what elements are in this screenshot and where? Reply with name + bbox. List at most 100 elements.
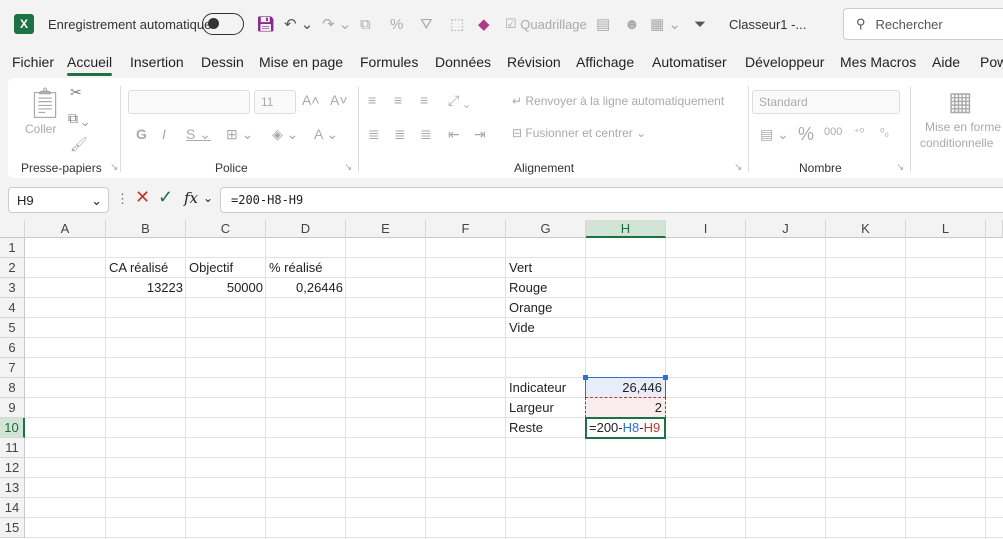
spreadsheet-grid[interactable]: A B C D E F G H I J K L 1 2 3 4 5 6 7 8 …	[0, 220, 1003, 539]
tab-revision[interactable]: Révision	[507, 54, 561, 70]
cell-d2[interactable]: % réalisé	[266, 258, 346, 278]
autosave-toggle[interactable]	[202, 13, 244, 35]
alignment-launcher-icon[interactable]: ↘	[734, 162, 742, 173]
tab-formules[interactable]: Formules	[360, 54, 418, 70]
row-header-15[interactable]: 15	[0, 518, 25, 538]
increase-decimal-icon[interactable]: ⁺⁰	[854, 126, 864, 139]
cell-g4[interactable]: Orange	[506, 298, 586, 318]
row-header-10[interactable]: 10	[0, 418, 25, 438]
palette-qa-icon[interactable]: ☻	[624, 12, 640, 36]
col-header-i[interactable]: I	[666, 220, 746, 238]
tab-automatiser[interactable]: Automatiser	[652, 54, 727, 70]
conditional-format-icon[interactable]: ▦	[948, 86, 973, 117]
font-color-icon[interactable]: A ⌄	[314, 126, 338, 143]
paste-icon[interactable]: 📋︎	[26, 86, 64, 121]
align-left-icon[interactable]: ≣	[368, 126, 380, 143]
col-header-c[interactable]: C	[186, 220, 266, 238]
tab-developpeur[interactable]: Développeur	[745, 54, 824, 70]
customize-qa-icon[interactable]: ⏷	[694, 12, 706, 36]
borders-icon[interactable]: ⊞ ⌄	[226, 126, 253, 143]
shrink-font-icon[interactable]: A˅	[330, 92, 348, 108]
format-painter-qa-icon[interactable]: ⧉	[360, 12, 371, 36]
cell-g5[interactable]: Vide	[506, 318, 586, 338]
col-header-e[interactable]: E	[346, 220, 426, 238]
eraser-icon[interactable]: ◆	[478, 12, 490, 36]
cond-format-label-2[interactable]: conditionnelle	[920, 136, 993, 150]
increase-indent-icon[interactable]: ⇥	[474, 126, 486, 143]
col-header-f[interactable]: F	[426, 220, 506, 238]
tab-mise-en-page[interactable]: Mise en page	[259, 54, 343, 70]
tab-fichier[interactable]: Fichier	[12, 54, 54, 70]
select-qa-icon[interactable]: ⬚	[450, 12, 464, 36]
cell-b3[interactable]: 13223	[106, 278, 186, 298]
undo-icon[interactable]: ↶ ⌄	[284, 12, 313, 36]
cell-h10-editing[interactable]: =200-H8-H9	[585, 417, 666, 439]
orientation-icon[interactable]: ⤢ ⌄	[448, 92, 470, 109]
row-header-12[interactable]: 12	[0, 458, 25, 478]
tab-power[interactable]: Pow	[980, 54, 1003, 70]
cell-h9[interactable]: 2	[585, 397, 666, 418]
formula-input[interactable]: =200-H8-H9	[220, 187, 1003, 213]
enter-icon[interactable]: ✓	[158, 187, 173, 208]
decrease-indent-icon[interactable]: ⇤	[448, 126, 460, 143]
cell-g8[interactable]: Indicateur	[506, 378, 586, 398]
search-box[interactable]: ⚲ Rechercher	[843, 8, 1003, 40]
cell-c3[interactable]: 50000	[186, 278, 266, 298]
form-qa-icon[interactable]: ▤	[596, 12, 610, 36]
col-header-j[interactable]: J	[746, 220, 826, 238]
row-header-6[interactable]: 6	[0, 338, 25, 358]
col-header-b[interactable]: B	[106, 220, 186, 238]
align-bottom-icon[interactable]: ≡	[420, 92, 428, 108]
cancel-icon[interactable]: ✕	[135, 187, 150, 208]
range-handle[interactable]	[583, 375, 588, 380]
col-header-a[interactable]: A	[25, 220, 106, 238]
decrease-decimal-icon[interactable]: ⁰₀	[880, 126, 889, 139]
cell-b2[interactable]: CA réalisé	[106, 258, 186, 278]
percent-icon[interactable]: %	[798, 124, 814, 145]
format-painter-icon[interactable]: 🖌︎	[70, 136, 88, 153]
name-box[interactable]: H9 ⌄	[8, 187, 109, 213]
row-header-8[interactable]: 8	[0, 378, 25, 398]
select-all-corner[interactable]	[0, 220, 25, 238]
clipboard-launcher-icon[interactable]: ↘	[110, 162, 118, 173]
row-header-3[interactable]: 3	[0, 278, 25, 298]
cut-icon[interactable]: ✂	[70, 84, 82, 101]
cell-h8[interactable]: 26,446	[585, 377, 666, 398]
tab-dessin[interactable]: Dessin	[201, 54, 244, 70]
grow-font-icon[interactable]: A˄	[302, 92, 320, 108]
cell-g10[interactable]: Reste	[506, 418, 586, 438]
row-header-4[interactable]: 4	[0, 298, 25, 318]
fill-color-icon[interactable]: ◈ ⌄	[272, 126, 298, 143]
cell-g2[interactable]: Vert	[506, 258, 586, 278]
align-center-icon[interactable]: ≣	[394, 126, 406, 143]
row-header-11[interactable]: 11	[0, 438, 25, 458]
range-handle[interactable]	[663, 375, 668, 380]
tab-mes-macros[interactable]: Mes Macros	[840, 54, 916, 70]
row-header-9[interactable]: 9	[0, 398, 25, 418]
font-name-select[interactable]	[128, 90, 250, 114]
col-header-k[interactable]: K	[826, 220, 906, 238]
row-header-2[interactable]: 2	[0, 258, 25, 278]
tab-affichage[interactable]: Affichage	[576, 54, 634, 70]
row-header-14[interactable]: 14	[0, 498, 25, 518]
cell-g3[interactable]: Rouge	[506, 278, 586, 298]
col-header-l[interactable]: L	[906, 220, 986, 238]
col-header-d[interactable]: D	[266, 220, 346, 238]
tab-aide[interactable]: Aide	[932, 54, 960, 70]
redo-icon[interactable]: ↷ ⌄	[322, 12, 351, 36]
chart-qa-icon[interactable]: ▦ ⌄	[650, 12, 681, 36]
bold-icon[interactable]: G	[136, 126, 147, 142]
font-launcher-icon[interactable]: ↘	[344, 162, 352, 173]
thousands-icon[interactable]: 000	[824, 126, 842, 138]
wrap-text-button[interactable]: ↵ Renvoyer à la ligne automatiquement	[512, 94, 724, 108]
col-header-h[interactable]: H	[586, 220, 666, 238]
italic-icon[interactable]: I	[162, 126, 166, 142]
tab-insertion[interactable]: Insertion	[130, 54, 184, 70]
row-header-1[interactable]: 1	[0, 238, 25, 258]
row-header-5[interactable]: 5	[0, 318, 25, 338]
insert-function-icon[interactable]: fx	[184, 189, 198, 207]
save-icon[interactable]: 💾︎	[256, 12, 275, 36]
underline-icon[interactable]: S ⌄	[186, 126, 211, 143]
number-launcher-icon[interactable]: ↘	[896, 162, 904, 173]
align-right-icon[interactable]: ≣	[420, 126, 432, 143]
